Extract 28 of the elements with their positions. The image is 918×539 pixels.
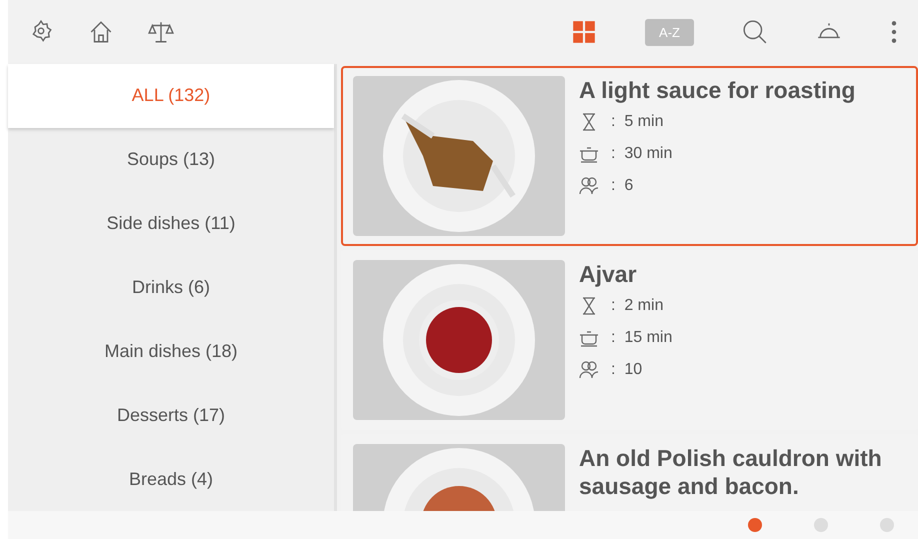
page-dot[interactable] bbox=[880, 518, 894, 532]
pot-icon bbox=[579, 329, 599, 347]
search-icon[interactable] bbox=[742, 19, 768, 45]
category-item[interactable]: ALL (132) bbox=[8, 64, 334, 128]
home-icon[interactable] bbox=[88, 19, 114, 45]
category-item[interactable]: Breads (4) bbox=[8, 447, 334, 512]
more-icon[interactable] bbox=[890, 19, 898, 45]
recipe-card[interactable]: A light sauce for roasting : 5 min : 30 min : 6 bbox=[341, 66, 918, 246]
category-item[interactable]: Desserts (17) bbox=[8, 383, 334, 448]
grid-view-icon[interactable] bbox=[571, 19, 598, 45]
pot-icon bbox=[579, 145, 599, 163]
servings: : 6 bbox=[611, 177, 634, 195]
people-icon bbox=[579, 361, 599, 379]
recipe-title: A light sauce for roasting bbox=[579, 76, 856, 104]
cook-time: : 30 min bbox=[611, 145, 672, 163]
category-item[interactable]: Drinks (6) bbox=[8, 256, 334, 320]
category-item[interactable]: Soups (13) bbox=[8, 128, 334, 192]
recipe-title: An old Polish cauldron with sausage and bacon. bbox=[579, 444, 883, 500]
prep-time: : 2 min bbox=[611, 297, 664, 315]
category-item[interactable]: Side dishes (11) bbox=[8, 192, 334, 256]
page-dot[interactable] bbox=[814, 518, 828, 532]
recipe-title: Ajvar bbox=[579, 260, 638, 288]
category-item[interactable]: Main dishes (18) bbox=[8, 319, 334, 384]
page-dot[interactable] bbox=[748, 518, 762, 532]
people-icon bbox=[579, 177, 599, 195]
prep-time: : 5 min bbox=[611, 113, 664, 131]
cook-time: : 15 min bbox=[611, 329, 672, 347]
servings: : 10 bbox=[611, 361, 642, 379]
